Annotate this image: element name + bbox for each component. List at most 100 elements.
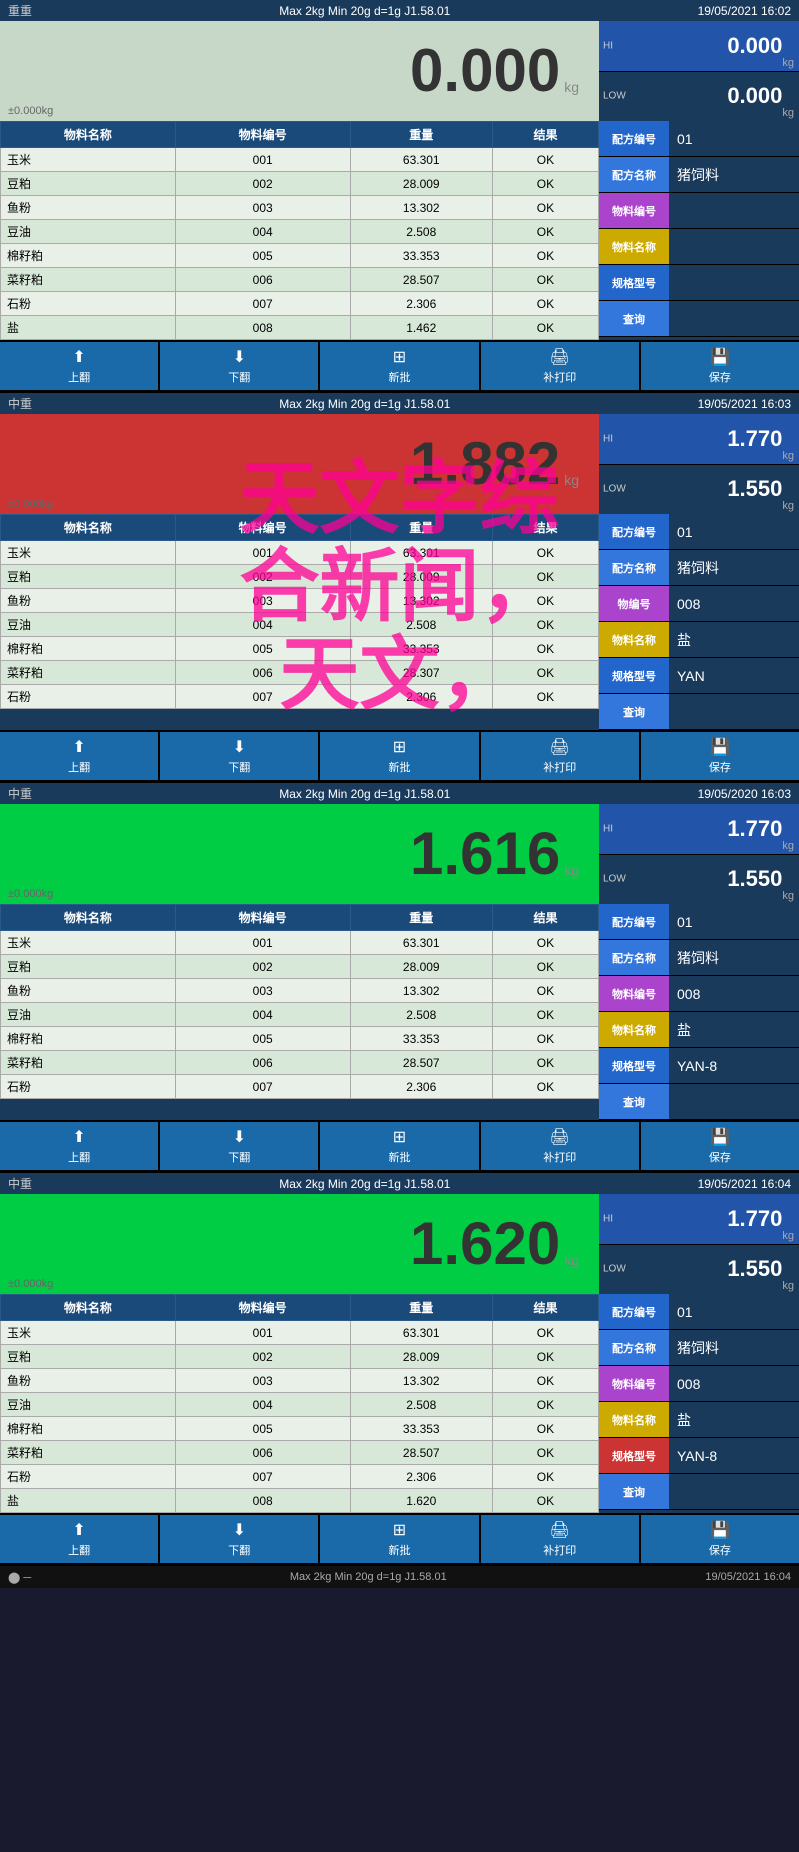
btn-下翻[interactable]: ⬇下翻 [160, 1515, 320, 1563]
btn-新批[interactable]: ⊞新批 [320, 1122, 480, 1170]
btn-下翻[interactable]: ⬇下翻 [160, 732, 320, 780]
info-row[interactable]: 查询 [599, 694, 799, 730]
btn-label-补打印: 补打印 [543, 759, 576, 775]
table-row: 棉籽粕00533.353OK [1, 637, 599, 661]
btn-icon-下翻: ⬇ [233, 1127, 246, 1147]
info-label: 配方编号 [599, 904, 669, 939]
btn-label-新批: 新批 [389, 759, 411, 775]
info-row: 物料编号008 [599, 1366, 799, 1402]
btn-保存[interactable]: 💾保存 [641, 1122, 799, 1170]
weight-row: ±0.000kg 1.620 kg HI 1.770 kg LOW 1.550 … [0, 1194, 799, 1294]
table-cell: OK [492, 1393, 598, 1417]
table-cell: 2.508 [350, 1003, 492, 1027]
table-cell: OK [492, 220, 598, 244]
table-cell: 盐 [1, 316, 176, 340]
table-header: 物料编号 [175, 1295, 350, 1321]
info-label: 物料编号 [599, 1366, 669, 1401]
table-cell: 2.306 [350, 292, 492, 316]
info-row: 物料名称盐 [599, 1402, 799, 1438]
table-cell: OK [492, 589, 598, 613]
button-row: ⬆上翻⬇下翻⊞新批🖨补打印💾保存 [0, 1513, 799, 1563]
hi-lo-panel: HI 1.770 kg LOW 1.550 kg [599, 804, 799, 904]
table-header: 重量 [350, 1295, 492, 1321]
table-cell: 1.462 [350, 316, 492, 340]
info-label: 物编号 [599, 586, 669, 621]
table-row: 石粉0072.306OK [1, 292, 599, 316]
hi-value: 1.770 [727, 426, 782, 452]
table-header: 物料编号 [175, 122, 350, 148]
info-row[interactable]: 查询 [599, 1084, 799, 1120]
table-cell: OK [492, 1369, 598, 1393]
btn-补打印[interactable]: 🖨补打印 [481, 1122, 641, 1170]
btn-label-下翻: 下翻 [228, 1542, 250, 1558]
btn-上翻[interactable]: ⬆上翻 [0, 732, 160, 780]
table-cell: 28.507 [350, 1051, 492, 1075]
btn-下翻[interactable]: ⬇下翻 [160, 342, 320, 390]
info-row[interactable]: 查询 [599, 301, 799, 337]
status-bar: ⬤ ─ Max 2kg Min 20g d=1g J1.58.01 19/05/… [0, 1566, 799, 1588]
weight-main: ±0.000kg 1.616 kg [0, 804, 599, 904]
hi-row: HI 1.770 kg [599, 414, 799, 465]
lo-label: LOW [603, 1264, 626, 1275]
btn-icon-新批: ⊞ [393, 1520, 406, 1540]
btn-下翻[interactable]: ⬇下翻 [160, 1122, 320, 1170]
table-cell: OK [492, 292, 598, 316]
btn-上翻[interactable]: ⬆上翻 [0, 1122, 160, 1170]
data-table: 物料名称物料编号重量结果玉米00163.301OK豆粕00228.009OK鱼粉… [0, 121, 599, 340]
info-row: 配方名称猪饲料 [599, 940, 799, 976]
btn-补打印[interactable]: 🖨补打印 [481, 1515, 641, 1563]
table-header: 结果 [492, 122, 598, 148]
table-cell: 棉籽粕 [1, 244, 176, 268]
topbar-right: 19/05/2021 16:02 [698, 4, 791, 18]
weight-main: ±0.000kg 1.620 kg [0, 1194, 599, 1294]
info-label: 查询 [599, 1474, 669, 1509]
info-row: 配方编号01 [599, 1294, 799, 1330]
info-row[interactable]: 查询 [599, 1474, 799, 1510]
btn-新批[interactable]: ⊞新批 [320, 342, 480, 390]
table-cell: OK [492, 1441, 598, 1465]
info-value: 008 [669, 1366, 799, 1401]
info-label: 配方名称 [599, 157, 669, 192]
data-table: 物料名称物料编号重量结果玉米00163.301OK豆粕00228.009OK鱼粉… [0, 904, 599, 1099]
side-panel: 配方编号01配方名称猪饲料物料编号008物料名称盐规格型号YAN-8查询 [599, 904, 799, 1120]
btn-新批[interactable]: ⊞新批 [320, 732, 480, 780]
topbar-left: 中重 [8, 395, 32, 412]
topbar-center: Max 2kg Min 20g d=1g J1.58.01 [279, 1177, 450, 1191]
btn-label-新批: 新批 [389, 369, 411, 385]
table-cell: 鱼粉 [1, 196, 176, 220]
table-cell: 006 [175, 661, 350, 685]
table-cell: 13.302 [350, 979, 492, 1003]
btn-补打印[interactable]: 🖨补打印 [481, 732, 641, 780]
table-cell: 1.620 [350, 1489, 492, 1513]
table-cell: OK [492, 1321, 598, 1345]
table-cell: OK [492, 316, 598, 340]
btn-icon-补打印: 🖨 [550, 1520, 570, 1540]
lo-label: LOW [603, 91, 626, 102]
btn-icon-新批: ⊞ [393, 1127, 406, 1147]
btn-保存[interactable]: 💾保存 [641, 1515, 799, 1563]
weight-sub-label: ±0.000kg [8, 1278, 53, 1290]
top-bar: 中重 Max 2kg Min 20g d=1g J1.58.01 19/05/2… [0, 393, 799, 414]
table-cell: 13.302 [350, 1369, 492, 1393]
table-cell: 豆油 [1, 220, 176, 244]
table-cell: 004 [175, 1393, 350, 1417]
btn-上翻[interactable]: ⬆上翻 [0, 342, 160, 390]
btn-新批[interactable]: ⊞新批 [320, 1515, 480, 1563]
btn-保存[interactable]: 💾保存 [641, 342, 799, 390]
btn-label-补打印: 补打印 [543, 1149, 576, 1165]
table-cell: 豆粕 [1, 1345, 176, 1369]
table-cell: 28.009 [350, 565, 492, 589]
btn-上翻[interactable]: ⬆上翻 [0, 1515, 160, 1563]
table-row: 玉米00163.301OK [1, 1321, 599, 1345]
info-label: 配方编号 [599, 514, 669, 549]
table-header: 物料名称 [1, 1295, 176, 1321]
btn-补打印[interactable]: 🖨补打印 [481, 342, 641, 390]
table-cell: 盐 [1, 1489, 176, 1513]
table-row: 盐0081.462OK [1, 316, 599, 340]
table-cell: 鱼粉 [1, 979, 176, 1003]
table-cell: 004 [175, 613, 350, 637]
btn-保存[interactable]: 💾保存 [641, 732, 799, 780]
topbar-right: 19/05/2021 16:04 [698, 1177, 791, 1191]
btn-label-保存: 保存 [709, 1542, 731, 1558]
lo-row: LOW 0.000 kg [599, 72, 799, 122]
